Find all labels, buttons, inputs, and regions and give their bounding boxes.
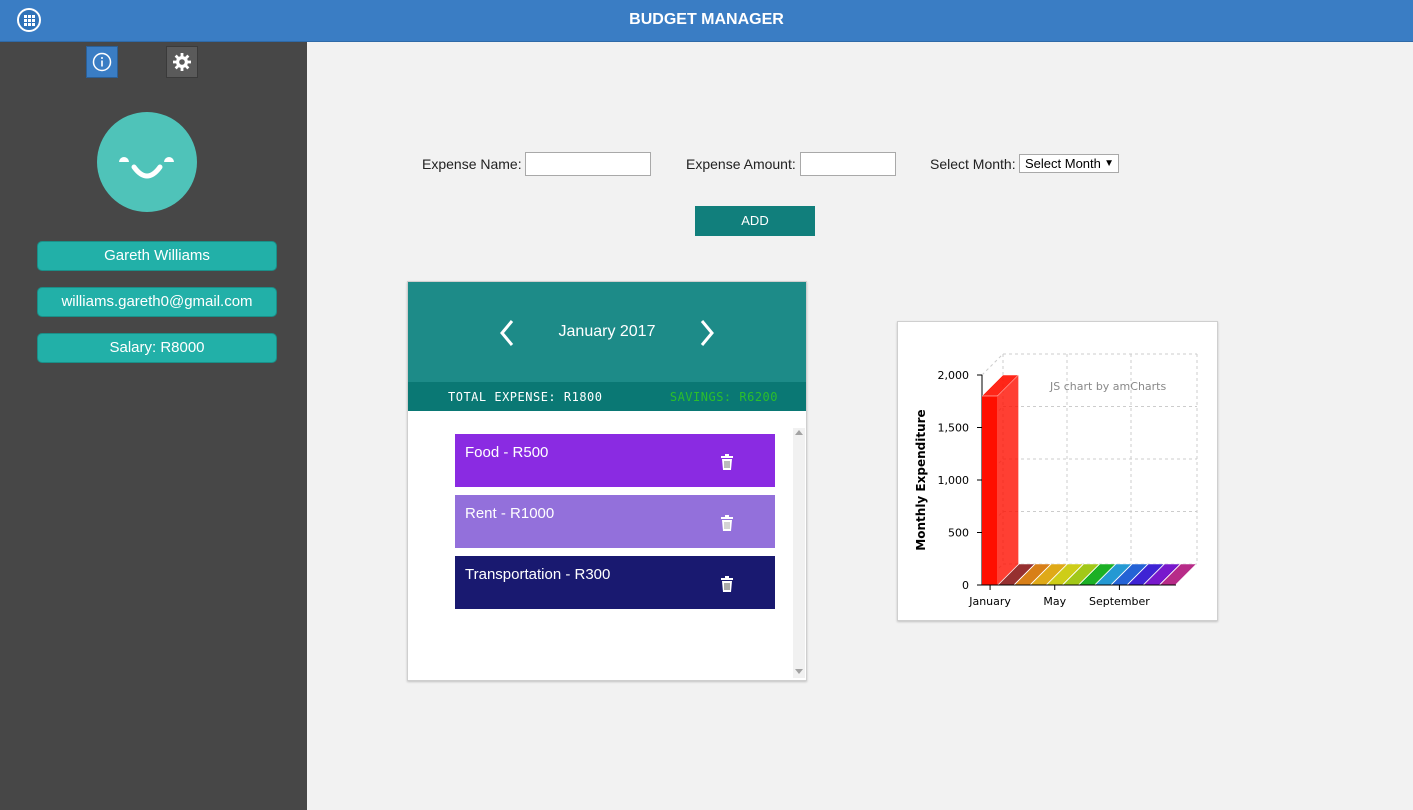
x-tick-label: May: [1043, 595, 1066, 608]
trash-icon[interactable]: [720, 454, 734, 470]
app-title: BUDGET MANAGER: [629, 11, 784, 28]
scroll-down-arrow-icon[interactable]: [795, 669, 803, 674]
expense-amount-label: Expense Amount:: [686, 156, 796, 172]
x-tick-label: January: [968, 595, 1011, 608]
expense-item-label: Rent - R1000: [465, 505, 555, 522]
grid-line: [981, 353, 1004, 376]
add-button[interactable]: ADD: [695, 206, 815, 236]
user-name: Gareth Williams: [37, 241, 277, 271]
expense-list: Food - R500 Rent - R1000 Transportation …: [408, 411, 806, 680]
bar-front: [982, 396, 998, 585]
bar: [981, 374, 1019, 585]
trash-icon[interactable]: [720, 515, 734, 531]
user-email: williams.gareth0@gmail.com: [37, 287, 277, 317]
scroll-up-arrow-icon[interactable]: [795, 430, 803, 435]
expense-item: Transportation - R300: [455, 556, 775, 609]
y-tick-label: 2,000: [938, 369, 970, 382]
chart-credit: JS chart by amCharts: [1049, 380, 1166, 393]
x-tick-label: September: [1089, 595, 1150, 608]
info-icon: [92, 52, 112, 72]
expense-item: Food - R500: [455, 434, 775, 487]
top-bar: BUDGET MANAGER: [0, 0, 1413, 42]
info-button[interactable]: [86, 46, 118, 78]
user-salary: Salary: R8000: [37, 333, 277, 363]
monthly-expenditure-chart: JS chart by amCharts 0 500 1,000 1,500 2,000 M…: [897, 321, 1218, 621]
month-select-value: Select Month: [1025, 156, 1101, 171]
expense-name-label: Expense Name:: [422, 156, 522, 172]
month-select[interactable]: Select Month ▼: [1019, 154, 1119, 173]
current-month: January 2017: [558, 323, 656, 340]
gear-icon: [173, 53, 191, 71]
y-tick-label: 1,500: [938, 422, 970, 435]
month-header: January 2017: [408, 282, 806, 382]
settings-button[interactable]: [166, 46, 198, 78]
totals-bar: TOTAL EXPENSE: R1800 SAVINGS: R6200: [408, 382, 806, 411]
y-tick-label: 0: [962, 579, 969, 592]
bar-side: [997, 375, 1019, 585]
y-axis-label: Monthly Expenditure: [914, 409, 928, 550]
expense-form: Expense Name: Expense Amount: Select Mon…: [0, 152, 1413, 176]
y-tick-label: 1,000: [938, 474, 970, 487]
expense-item-label: Food - R500: [465, 444, 549, 461]
list-scrollbar[interactable]: [793, 428, 805, 678]
savings: SAVINGS: R6200: [669, 390, 778, 404]
next-month-button[interactable]: [696, 318, 716, 348]
select-month-label: Select Month:: [930, 156, 1016, 172]
expense-amount-input[interactable]: [800, 152, 896, 176]
chart-svg: JS chart by amCharts 0 500 1,000 1,500 2,000 M…: [914, 353, 1198, 608]
expense-name-input[interactable]: [525, 152, 651, 176]
expense-item: Rent - R1000: [455, 495, 775, 548]
total-expense: TOTAL EXPENSE: R1800: [448, 390, 603, 404]
dropdown-arrow-icon: ▼: [1104, 158, 1114, 169]
trash-icon[interactable]: [720, 576, 734, 592]
expenses-card: January 2017 TOTAL EXPENSE: R1800 SAVING…: [407, 281, 807, 681]
expense-item-label: Transportation - R300: [465, 566, 611, 583]
y-tick-label: 500: [948, 527, 969, 540]
